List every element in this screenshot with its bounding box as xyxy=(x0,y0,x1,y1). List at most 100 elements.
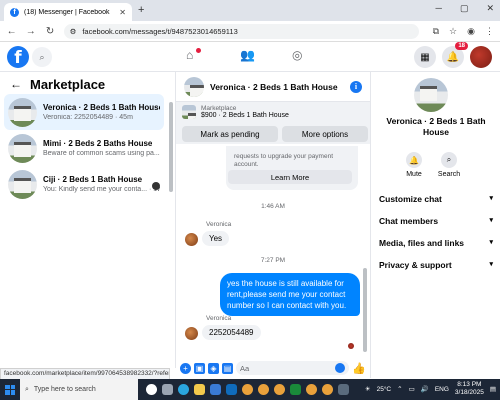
chat-details-name: Veronica · 2 Beds 1 Bath House xyxy=(386,116,486,137)
back-arrow-icon[interactable]: ← xyxy=(10,77,22,91)
message-input[interactable]: Aa xyxy=(236,361,350,375)
listing-thumbnail xyxy=(182,105,196,119)
url-input[interactable]: ⚙ facebook.com/messages/t/94875230146591… xyxy=(63,23,419,39)
install-app-icon[interactable]: ⧉ xyxy=(433,26,439,37)
windows-start-button[interactable] xyxy=(0,379,20,400)
seen-indicator-avatar xyxy=(348,343,354,349)
chrome-icon[interactable] xyxy=(274,384,285,395)
reload-icon[interactable]: ↻ xyxy=(44,26,55,37)
minimize-icon[interactable]: ─ xyxy=(436,3,442,14)
gif-icon[interactable]: ▤ xyxy=(222,362,233,374)
window-controls: ─ ▢ ✕ xyxy=(436,3,494,14)
browser-menu-icon[interactable]: ⋮ xyxy=(485,26,494,37)
windows-taskbar: ⌕ Type here to search ☀ 25°C ⌃ ▭ 🔊 ENG 8… xyxy=(0,379,500,400)
chat-title[interactable]: Veronica · 2 Beds 1 Bath House xyxy=(210,82,344,92)
search-icon[interactable]: ⌕ xyxy=(441,152,457,168)
site-info-icon[interactable]: ⚙ xyxy=(70,27,77,36)
browser-tab[interactable]: f (18) Messenger | Facebook ✕ xyxy=(4,3,132,21)
friends-icon[interactable]: 👥 xyxy=(240,48,255,62)
weather-icon[interactable]: ☀ xyxy=(365,385,371,393)
chat-members-section[interactable]: Chat members ▾ xyxy=(379,216,493,226)
bell-icon[interactable]: 🔔 xyxy=(406,152,422,168)
sticker-icon[interactable]: ◈ xyxy=(208,362,219,374)
facebook-header: f ⌕ ⌂ 👥 ◎ ▦ 🔔 18 xyxy=(0,42,500,72)
chrome-icon[interactable] xyxy=(306,384,317,395)
notification-count-badge: 18 xyxy=(455,42,468,50)
app-icon[interactable] xyxy=(338,384,349,395)
outgoing-message: yes the house is still available for ren… xyxy=(220,273,360,316)
file-explorer-icon[interactable] xyxy=(194,384,205,395)
marketplace-conversations-panel: ← Marketplace Veronica · 2 Beds 1 Bath H… xyxy=(0,72,176,368)
more-options-button[interactable]: More options xyxy=(282,126,368,142)
privacy-support-section[interactable]: Privacy & support ▾ xyxy=(379,260,493,270)
conversation-name: Ciji · 2 Beds 1 Bath House xyxy=(43,175,143,184)
browser-tab-strip: f (18) Messenger | Facebook ✕ + ─ ▢ ✕ xyxy=(0,0,500,21)
task-view-icon[interactable] xyxy=(162,384,173,395)
profile-avatar[interactable] xyxy=(470,46,492,68)
volume-icon[interactable]: 🔊 xyxy=(421,385,429,393)
search-action[interactable]: ⌕ Search xyxy=(434,152,464,178)
mark-as-pending-button[interactable]: Mark as pending xyxy=(182,126,278,142)
profile-icon[interactable]: ◉ xyxy=(467,26,475,37)
listing-thumbnail xyxy=(8,133,37,163)
like-icon[interactable]: 👍 xyxy=(352,362,366,375)
sender-avatar xyxy=(185,233,198,246)
menu-grid-icon[interactable]: ▦ xyxy=(414,46,436,68)
app-icon[interactable] xyxy=(290,384,301,395)
close-window-icon[interactable]: ✕ xyxy=(486,3,494,14)
conversation-item[interactable]: Ciji · 2 Beds 1 Bath House You: Kindly s… xyxy=(4,166,164,202)
windows-logo-icon xyxy=(5,384,15,395)
cortana-icon[interactable] xyxy=(146,384,157,395)
maximize-icon[interactable]: ▢ xyxy=(460,3,469,14)
clock-date: 3/18/2025 xyxy=(454,389,484,396)
url-text: facebook.com/messages/t/9487523014659113 xyxy=(82,26,238,36)
plus-icon[interactable]: + xyxy=(180,362,191,374)
media-files-links-section[interactable]: Media, files and links ▾ xyxy=(379,238,493,248)
listing-detail[interactable]: $900 · 2 Beds 1 Bath House xyxy=(201,112,289,119)
conversation-item[interactable]: Mimi · 2 Beds 2 Baths House Beware of co… xyxy=(4,130,164,166)
home-icon[interactable]: ⌂ xyxy=(186,48,193,62)
photo-icon[interactable]: ▣ xyxy=(194,362,205,374)
bookmark-star-icon[interactable]: ☆ xyxy=(449,26,457,37)
clock[interactable]: 8:13 PM 3/18/2025 xyxy=(455,381,484,397)
notification-center-icon[interactable]: ▤ xyxy=(490,385,496,393)
groups-icon[interactable]: ◎ xyxy=(292,48,302,62)
facebook-favicon-icon: f xyxy=(10,7,19,17)
back-icon[interactable]: ← xyxy=(6,26,17,37)
scrollbar[interactable] xyxy=(169,102,173,192)
conversation-name: Mimi · 2 Beds 2 Baths House xyxy=(43,139,153,148)
edge-icon[interactable] xyxy=(178,384,189,395)
network-icon[interactable]: ▭ xyxy=(409,385,415,393)
search-icon: ⌕ xyxy=(25,385,29,393)
taskbar-search-box[interactable]: ⌕ Type here to search xyxy=(20,379,138,400)
incoming-message: 2252054489 xyxy=(202,325,261,340)
scrollbar[interactable] xyxy=(363,268,367,352)
chrome-icon[interactable] xyxy=(242,384,253,395)
info-icon[interactable]: i xyxy=(350,80,362,93)
chevron-down-icon: ▾ xyxy=(489,217,493,224)
emoji-icon[interactable] xyxy=(335,363,346,373)
conversation-item[interactable]: Veronica · 2 Beds 1 Bath House Veronica:… xyxy=(4,94,164,130)
mail-icon[interactable] xyxy=(226,384,237,395)
close-tab-icon[interactable]: ✕ xyxy=(119,8,126,17)
input-language[interactable]: ENG xyxy=(435,386,449,393)
sender-avatar xyxy=(185,327,198,340)
facebook-logo[interactable]: f xyxy=(7,46,29,68)
search-icon[interactable]: ⌕ xyxy=(32,47,52,67)
temperature[interactable]: 25°C xyxy=(377,386,392,393)
learn-more-button[interactable]: Learn More xyxy=(228,170,352,184)
notifications-bell-icon[interactable]: 🔔 18 xyxy=(442,42,468,68)
address-bar-row: ← → ↻ ⚙ facebook.com/messages/t/94875230… xyxy=(0,21,500,42)
search-label: Search xyxy=(437,171,461,178)
chrome-icon[interactable] xyxy=(258,384,269,395)
system-tray-icon[interactable]: ⌃ xyxy=(397,385,402,393)
section-label: Chat members xyxy=(379,216,439,226)
forward-icon[interactable]: → xyxy=(25,26,36,37)
chrome-icon[interactable] xyxy=(322,384,333,395)
customize-chat-section[interactable]: Customize chat ▾ xyxy=(379,194,493,204)
new-tab-icon[interactable]: + xyxy=(138,4,144,16)
chat-avatar[interactable] xyxy=(184,76,204,97)
message-timestamp: 7:27 PM xyxy=(260,257,286,264)
store-icon[interactable] xyxy=(210,384,221,395)
mute-action[interactable]: 🔔 Mute xyxy=(399,152,429,178)
